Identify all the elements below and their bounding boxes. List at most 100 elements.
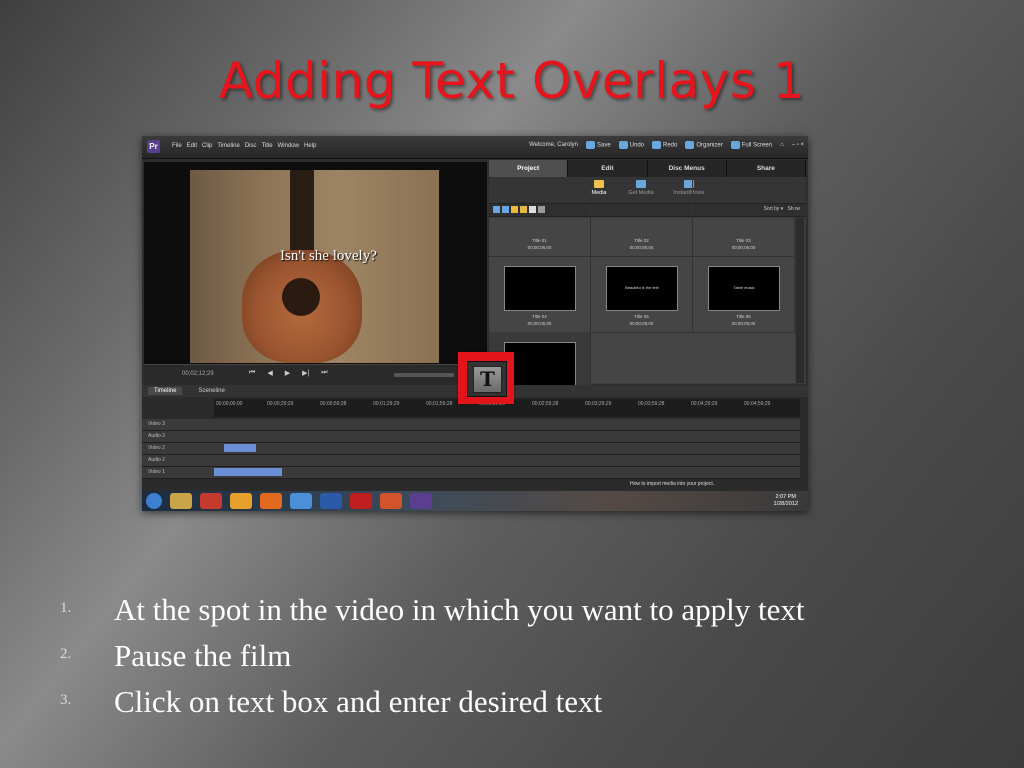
organizer-icon [685, 141, 695, 149]
media-grid: Title 01 00;00;05;00 Title 02 00;00;05;00 … [489, 180, 795, 409]
media-player-icon[interactable] [230, 493, 252, 509]
thumbnail-text: Table music [733, 285, 755, 290]
save-button[interactable]: Save [585, 141, 611, 149]
fast-forward-icon[interactable]: ⏭ [321, 369, 327, 377]
full-screen-label: Full Screen [741, 142, 773, 149]
step-back-icon[interactable]: ◀ [267, 369, 272, 377]
save-icon [585, 141, 595, 149]
ruler-tick: 00;01;59;28 [426, 401, 453, 407]
video-frame: Isn't she lovely? [190, 170, 439, 363]
vertical-scrollbar[interactable] [796, 218, 804, 383]
app-logo-icon: Pr [147, 140, 160, 153]
media-cell[interactable]: Title 01 00;00;05;00 [489, 180, 591, 257]
menu-clip[interactable]: Clip [202, 143, 212, 149]
full-screen-button[interactable]: Full Screen [730, 141, 773, 149]
word-icon[interactable] [320, 493, 342, 509]
media-cell[interactable]: Title 04 00;00;05;00 [489, 256, 591, 333]
step-number: 1. [60, 600, 72, 616]
full-screen-icon [730, 141, 740, 149]
tab-share[interactable]: Share [726, 160, 806, 177]
track-video-2[interactable]: Video 2 [142, 443, 800, 455]
step-number: 3. [60, 692, 72, 708]
title-clip[interactable] [224, 444, 256, 452]
text-tool-button[interactable]: T [473, 366, 502, 393]
step-number: 2. [60, 646, 72, 662]
track-audio-3[interactable]: Audio 3 [142, 431, 800, 443]
scrub-slider[interactable] [394, 373, 454, 377]
menu-timeline[interactable]: Timeline [217, 143, 239, 149]
list-item: 3. Click on text box and enter desired t… [60, 682, 960, 722]
list-item: 1. At the spot in the video in which you… [60, 590, 960, 630]
ruler-tick: 00;03;59;28 [638, 401, 665, 407]
step-forward-icon[interactable]: ▶| [302, 369, 309, 377]
tab-timeline[interactable]: Timeline [148, 387, 183, 395]
save-label: Save [596, 142, 611, 149]
tab-edit[interactable]: Edit [568, 160, 648, 177]
menu-window[interactable]: Window [278, 143, 299, 149]
video-clip[interactable] [214, 468, 282, 476]
premiere-elements-icon[interactable] [410, 493, 432, 509]
pin-icon[interactable] [200, 493, 222, 509]
ruler-tick: 00;00;59;28 [320, 401, 347, 407]
toolbar-right: Welcome, Carolyn Save Undo Redo Organize… [529, 141, 804, 149]
panel-tabs: Project Edit Disc Menus Share [489, 160, 806, 177]
ie-icon[interactable] [290, 493, 312, 509]
media-cell[interactable]: Table music Title 06 00;00;05;00 [693, 256, 795, 333]
undo-button[interactable]: Undo [618, 141, 645, 149]
title-thumbnail: Table music [708, 266, 780, 311]
tab-sceneline[interactable]: Sceneline [192, 387, 230, 395]
title-overlay-text[interactable]: Isn't she lovely? [280, 248, 377, 265]
timecode: 00;02;12;29 [182, 371, 214, 377]
menu-disc[interactable]: Disc [245, 143, 257, 149]
title-thumbnail [504, 266, 576, 311]
powerpoint-icon[interactable] [380, 493, 402, 509]
track-audio-2[interactable]: Audio 2 [142, 455, 800, 467]
media-cell-label: Title 04 00;00;05;00 [527, 314, 552, 326]
menu-title[interactable]: Title [261, 143, 272, 149]
system-clock[interactable]: 2:07 PM 1/28/2012 [774, 494, 798, 508]
media-cell[interactable]: Title 03 00;00;05;00 [693, 180, 795, 257]
undo-icon [618, 141, 628, 149]
track-video-3[interactable]: Video 3 [142, 419, 800, 431]
media-cell[interactable]: Beautiful is the feel Title 05 00;00;05;0… [591, 256, 693, 333]
redo-label: Redo [663, 142, 678, 149]
tab-disc-menus[interactable]: Disc Menus [647, 160, 727, 177]
menu-file[interactable]: File [172, 143, 182, 149]
organizer-button[interactable]: Organizer [685, 141, 723, 149]
media-cell-label: Title 03 00;00;05;00 [731, 238, 756, 250]
start-button-icon[interactable] [146, 493, 162, 509]
window-controls[interactable]: – ▫ × [792, 142, 804, 148]
media-cell-label: Title 02 00;00;05;00 [629, 238, 654, 250]
menu-edit[interactable]: Edit [187, 143, 197, 149]
track-label: Video 2 [148, 445, 165, 451]
ruler-tick: 00;01;29;29 [373, 401, 400, 407]
home-icon[interactable]: ⌂ [780, 142, 784, 148]
windows-taskbar: 2:07 PM 1/28/2012 [142, 491, 808, 511]
tab-project[interactable]: Project [489, 160, 569, 177]
explorer-icon[interactable] [170, 493, 192, 509]
clock-date: 1/28/2012 [773, 501, 798, 507]
transport-buttons: ⏮ ◀ ▶ ▶| ⏭ [249, 369, 328, 377]
monitor-preview: Isn't she lovely? [144, 162, 487, 384]
undo-label: Undo [629, 142, 645, 149]
taskbar-apps [146, 493, 432, 509]
guitar-sound-hole [282, 278, 320, 316]
firefox-icon[interactable] [260, 493, 282, 509]
text-tool-highlight: T [458, 352, 514, 404]
transport-controls: 00;02;12;29 ⏮ ◀ ▶ ▶| ⏭ [144, 364, 487, 385]
acrobat-icon[interactable] [350, 493, 372, 509]
step-text: Click on text box and enter desired text [114, 684, 603, 719]
media-cell-label: Title 05 00;00;05;00 [629, 314, 654, 326]
rewind-icon[interactable]: ⏮ [249, 369, 255, 377]
redo-button[interactable]: Redo [652, 141, 677, 149]
menu-help[interactable]: Help [304, 143, 316, 149]
track-video-1[interactable]: Video 1 [142, 467, 800, 479]
media-cell[interactable]: Title 02 00;00;05;00 [591, 180, 693, 257]
slide-title: Adding Text Overlays 1 [218, 52, 806, 110]
play-icon[interactable]: ▶ [285, 369, 290, 377]
title-thumbnail [504, 342, 576, 387]
ruler-tick: 00;04;59;29 [744, 401, 771, 407]
menu-bar: Pr File Edit Clip Timeline Disc Title Wi… [142, 136, 808, 159]
media-cell-label: Title 06 00;00;05;00 [731, 314, 756, 326]
step-text: Pause the film [114, 638, 292, 673]
